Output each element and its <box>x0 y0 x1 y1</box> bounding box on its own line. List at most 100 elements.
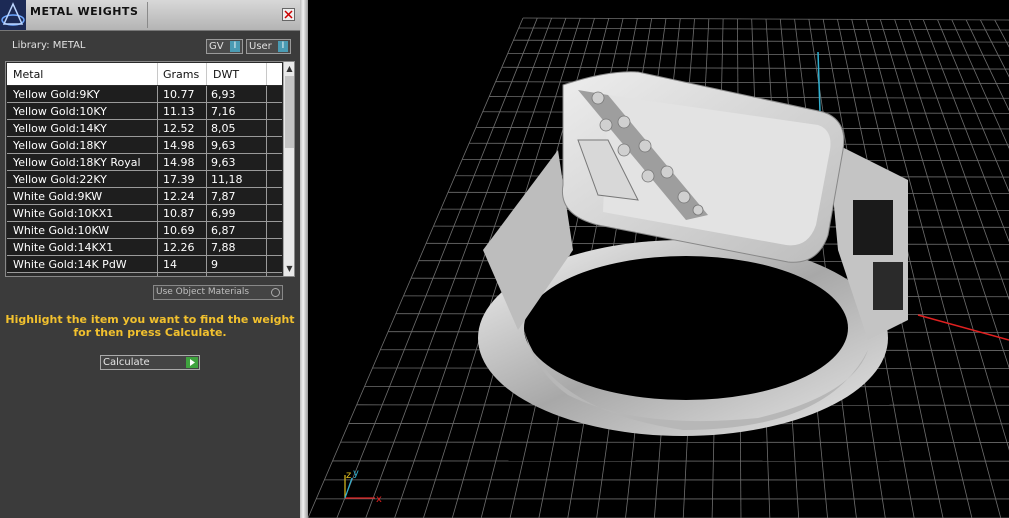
gv-toggle[interactable]: GV I <box>206 39 243 54</box>
cell-metal: White Gold:10KW <box>13 224 110 237</box>
panel-titlebar: METAL WEIGHTS <box>0 0 300 31</box>
cell-grams: 14.98 <box>163 139 195 152</box>
cell-grams: 12.26 <box>163 241 195 254</box>
cell-dwt: 6,87 <box>211 224 236 237</box>
grid-line <box>965 19 1009 112</box>
scroll-down-icon[interactable]: ▼ <box>284 263 294 275</box>
column-header-dwt[interactable]: DWT <box>213 68 239 81</box>
titlebar-divider <box>147 2 148 28</box>
calculate-label: Calculate <box>103 357 150 368</box>
cell-metal: Yellow Gold:14KY <box>13 122 107 135</box>
cell-metal: Yellow Gold:10KY <box>13 105 107 118</box>
library-label: Library: METAL <box>12 40 86 51</box>
grid-line <box>518 27 1009 31</box>
cell-metal: White Gold:14K PdW <box>13 258 127 271</box>
ring-inner-opening <box>524 256 848 400</box>
app-logo-icon <box>0 0 26 30</box>
cell-metal: Yellow Gold:9KY <box>13 88 100 101</box>
viewport-canvas[interactable]: z y x <box>308 0 1009 518</box>
header-divider <box>157 63 158 85</box>
cell-dwt: 9 <box>211 258 218 271</box>
metal-table[interactable]: Metal Grams DWT Yellow Gold:9KY 10.77 6,93… <box>5 61 295 277</box>
metal-weights-panel: METAL WEIGHTS Library: METAL GV I User I… <box>0 0 300 518</box>
grid-line <box>308 17 524 518</box>
cell-metal: Yellow Gold:18KY Royal <box>13 156 141 169</box>
cell-grams: 12.24 <box>163 190 195 203</box>
user-toggle-knob: I <box>278 41 288 52</box>
cell-grams: 12.52 <box>163 122 195 135</box>
table-row[interactable]: Yellow Gold:9KY 10.77 6,93 <box>7 86 282 103</box>
gizmo-x-label: x <box>376 494 382 505</box>
cell-dwt: 7,16 <box>211 105 236 118</box>
use-object-materials-label: Use Object Materials <box>156 287 250 297</box>
instructions-line-1: Highlight the item you want to find the … <box>5 313 295 326</box>
table-row[interactable]: White Gold:10KX1 10.87 6,99 <box>7 205 282 222</box>
panel-title: METAL WEIGHTS <box>30 5 139 18</box>
user-toggle-label: User <box>249 41 272 52</box>
shoulder-cutout <box>873 262 903 310</box>
grid-line <box>507 52 1009 56</box>
cell-grams: 14.98 <box>163 156 195 169</box>
3d-viewport[interactable]: z y x <box>308 0 1009 518</box>
cell-metal: White Gold:10KX1 <box>13 207 114 220</box>
column-divider <box>157 86 158 276</box>
y-axis-line <box>817 51 821 113</box>
shoulder-cutout <box>853 200 893 255</box>
cell-grams: 14 <box>163 258 177 271</box>
grid-line <box>908 19 1009 301</box>
cell-dwt: 6,93 <box>211 88 236 101</box>
cell-metal: Yellow Gold:18KY <box>13 139 107 152</box>
grid-line <box>980 19 1009 78</box>
cell-grams: 10.69 <box>163 224 195 237</box>
header-divider <box>206 63 207 85</box>
table-row[interactable]: White Gold:10KW 10.69 6,87 <box>7 222 282 239</box>
gizmo-y-label: y <box>353 468 359 479</box>
panel-splitter[interactable] <box>300 0 308 518</box>
cell-grams: 10.77 <box>163 88 195 101</box>
cell-dwt: 7,87 <box>211 190 236 203</box>
axis-gizmo: z y x <box>344 468 382 505</box>
table-row[interactable]: White Gold:9KW 12.24 7,87 <box>7 188 282 205</box>
cell-grams: 10.87 <box>163 207 195 220</box>
cell-dwt: 11,18 <box>211 173 243 186</box>
gizmo-z-label: z <box>346 470 351 481</box>
calculate-button[interactable]: Calculate <box>100 355 200 370</box>
column-divider <box>266 86 267 276</box>
cell-metal: White Gold:14KX1 <box>13 241 114 254</box>
x-axis-line <box>917 314 1009 341</box>
table-row[interactable]: Yellow Gold:18KY 14.98 9,63 <box>7 137 282 154</box>
close-icon <box>284 10 293 19</box>
scrollbar-thumb[interactable] <box>285 76 294 148</box>
instructions-text: Highlight the item you want to find the … <box>0 313 300 339</box>
grid-line <box>501 66 1009 70</box>
cell-grams: 17.39 <box>163 173 195 186</box>
user-toggle[interactable]: User I <box>246 39 291 54</box>
play-icon <box>186 357 198 368</box>
cell-dwt: 9,63 <box>211 156 236 169</box>
radio-icon <box>271 288 280 297</box>
cell-metal: Yellow Gold:22KY <box>13 173 107 186</box>
instructions-line-2: for then press Calculate. <box>73 326 227 339</box>
cell-metal: White Gold:9KW <box>13 190 103 203</box>
table-row[interactable]: White Gold:14KX1 12.26 7,88 <box>7 239 282 256</box>
scroll-up-icon[interactable]: ▲ <box>284 63 294 75</box>
cell-grams: 11.13 <box>163 105 195 118</box>
table-row[interactable]: White Gold:14K PdW 14 9 <box>7 256 282 273</box>
column-divider <box>206 86 207 276</box>
table-row[interactable]: Yellow Gold:10KY 11.13 7,16 <box>7 103 282 120</box>
gv-toggle-label: GV <box>209 41 224 52</box>
cell-dwt: 7,88 <box>211 241 236 254</box>
cell-dwt: 6,99 <box>211 207 236 220</box>
table-row[interactable]: Yellow Gold:18KY Royal 14.98 9,63 <box>7 154 282 171</box>
ring-model[interactable] <box>478 71 908 436</box>
close-button[interactable] <box>282 8 295 21</box>
table-scrollbar[interactable]: ▲ ▼ <box>283 62 294 276</box>
column-header-grams[interactable]: Grams <box>163 68 199 81</box>
table-row[interactable]: Yellow Gold:14KY 12.52 8,05 <box>7 120 282 137</box>
table-row[interactable]: Yellow Gold:22KY 17.39 11,18 <box>7 171 282 188</box>
table-header: Metal Grams DWT <box>7 63 282 85</box>
gizmo-y-axis <box>344 477 353 499</box>
column-header-metal[interactable]: Metal <box>13 68 43 81</box>
gv-toggle-knob: I <box>230 41 240 52</box>
use-object-materials-toggle[interactable]: Use Object Materials <box>153 285 283 300</box>
